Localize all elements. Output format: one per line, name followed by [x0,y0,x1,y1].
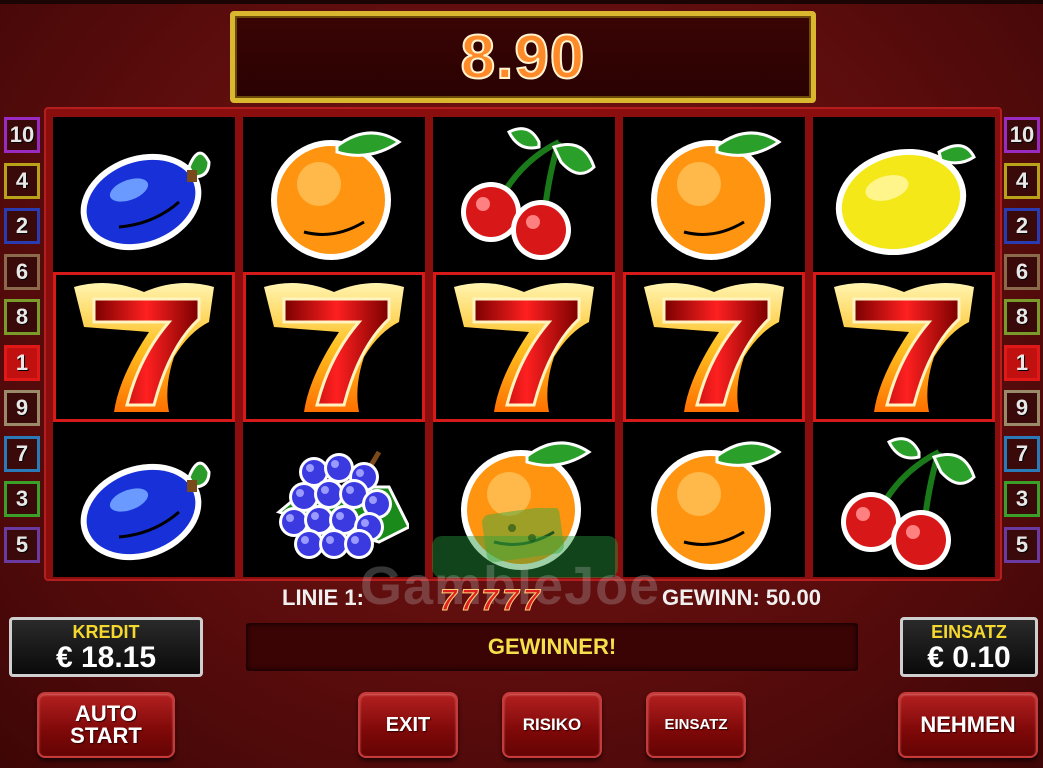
stake-label: EINSATZ [931,622,1007,642]
reel-cell [623,272,805,422]
payline-left-badge: 3 [4,481,40,517]
autostart-label-line2: START [70,723,142,748]
payline-right-badge: 6 [1004,253,1040,290]
stake-value: € 0.10 [927,641,1011,674]
reel-5 [813,117,995,577]
top-strip [0,0,1043,4]
payline-right-badge: 7 [1004,435,1040,472]
seven-icon [74,283,214,412]
autostart-button[interactable]: AUTO START [37,692,175,758]
reel-cell [433,117,615,267]
exit-button[interactable]: EXIT [358,692,458,758]
seven-symbol: 7 [502,584,520,618]
credit-label: KREDIT [72,622,140,642]
cherry-icon [461,127,596,260]
reel-cell [53,427,235,577]
seven-icon [644,283,784,412]
seven-symbol: 7 [522,584,540,618]
seven-symbol: 7 [460,584,478,618]
reel-1 [53,117,235,577]
seven-icon [264,283,404,412]
risk-button[interactable]: RISIKO [502,692,602,758]
orange-icon [651,441,782,570]
orange-icon [651,131,782,260]
payline-right-badge: 10 [1004,117,1040,153]
seven-icon [454,283,594,412]
seven-symbol: 7 [440,584,458,618]
reel-cell [243,272,425,422]
reel-4 [623,117,805,577]
reel-2 [243,117,425,577]
payline-right-badge: 3 [1004,481,1040,517]
credit-value: € 18.15 [55,641,157,674]
cherry-icon [841,437,976,570]
payline-left-badge: 8 [4,299,40,335]
orange-icon [271,131,402,260]
payline-left-badge: 6 [4,253,40,290]
stake-button[interactable]: EINSATZ [646,692,746,758]
reel-cell [53,117,235,267]
collect-button[interactable]: NEHMEN [898,692,1038,758]
reel-cell [243,117,425,267]
plum-icon [80,461,211,561]
win-label: GEWINN: 50.00 [662,585,821,610]
win-amount: 8.90 [460,22,586,93]
reel-cell [623,117,805,267]
payline-right-badge: 2 [1004,208,1040,244]
line-label: LINIE 1: [282,585,364,610]
payline-right-badge: 9 [1004,390,1040,426]
paylines-right: 10 4 2 6 8 1 9 7 3 5 [1004,117,1040,572]
payline-left-badge: 7 [4,435,40,472]
payline-right-badge: 1 [1004,344,1040,381]
payline-right-badge: 5 [1004,526,1040,563]
seven-icon [834,283,974,412]
payline-left-badge: 1 [4,344,40,381]
line-win-symbols: 7 7 7 7 7 [440,584,540,618]
reel-cell [813,427,995,577]
reel-cell [53,272,235,422]
payline-right-badge: 4 [1004,162,1040,199]
message-bar: GEWINNER! [246,623,858,671]
stake-box: EINSATZ € 0.10 [900,617,1038,677]
credit-box: KREDIT € 18.15 [9,617,203,677]
reel-cell [813,272,995,422]
paylines-left: 10 4 2 6 8 1 9 7 3 5 [4,117,40,572]
reel-cell [433,272,615,422]
win-display: 8.90 [230,11,816,103]
payline-left-badge: 2 [4,208,40,244]
payline-left-badge: 9 [4,390,40,426]
plum-icon [80,151,211,251]
payline-right-badge: 8 [1004,299,1040,335]
payline-left-badge: 10 [4,117,40,153]
payline-left-badge: 4 [4,162,40,199]
reel-cell [813,117,995,267]
autostart-label-line1: AUTO [75,701,137,726]
seven-symbol: 7 [481,584,499,618]
grapes-icon [275,450,409,559]
message-text: GEWINNER! [487,634,617,659]
payline-left-badge: 5 [4,526,40,563]
lemon-icon [835,144,976,256]
